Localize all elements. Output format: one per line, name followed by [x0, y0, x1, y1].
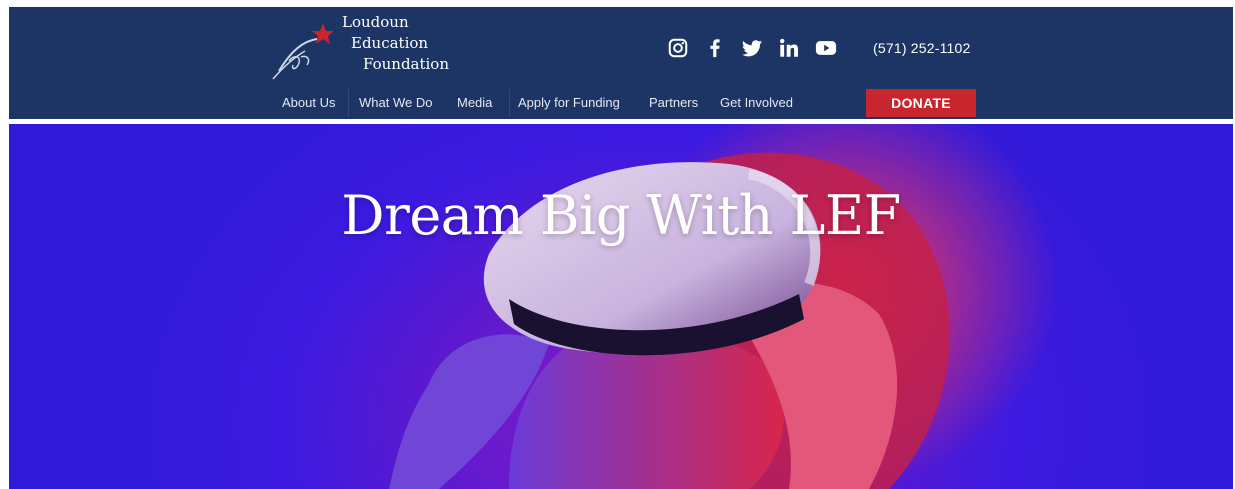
hero-image	[389, 124, 1059, 489]
site-header: Loudoun Education Foundation (571) 252-1…	[9, 7, 1233, 119]
nav-get-involved[interactable]: Get Involved	[720, 93, 793, 113]
brand-line-2: Education	[351, 34, 429, 52]
nav-divider	[509, 89, 510, 117]
brand-line-3: Foundation	[363, 55, 450, 73]
logo[interactable]: Loudoun Education Foundation	[271, 13, 471, 83]
social-links	[667, 37, 837, 59]
phone-number[interactable]: (571) 252-1102	[873, 40, 971, 56]
instagram-icon[interactable]	[667, 37, 689, 59]
nav-media[interactable]: Media	[457, 93, 492, 113]
nav-about-us[interactable]: About Us	[282, 93, 335, 113]
donate-button[interactable]: DONATE	[866, 89, 976, 117]
nav-divider	[348, 89, 349, 117]
hero-banner: Dream Big With LEF	[9, 124, 1233, 489]
youtube-icon[interactable]	[815, 37, 837, 59]
nav-what-we-do[interactable]: What We Do	[359, 93, 432, 113]
nav-apply-for-funding[interactable]: Apply for Funding	[518, 93, 620, 113]
twitter-icon[interactable]	[741, 37, 763, 59]
linkedin-icon[interactable]	[778, 37, 800, 59]
facebook-icon[interactable]	[704, 37, 726, 59]
nav-partners[interactable]: Partners	[649, 93, 698, 113]
hero-title: Dream Big With LEF	[341, 184, 901, 247]
brand-line-1: Loudoun	[342, 13, 409, 31]
logo-mark-icon	[272, 23, 333, 80]
